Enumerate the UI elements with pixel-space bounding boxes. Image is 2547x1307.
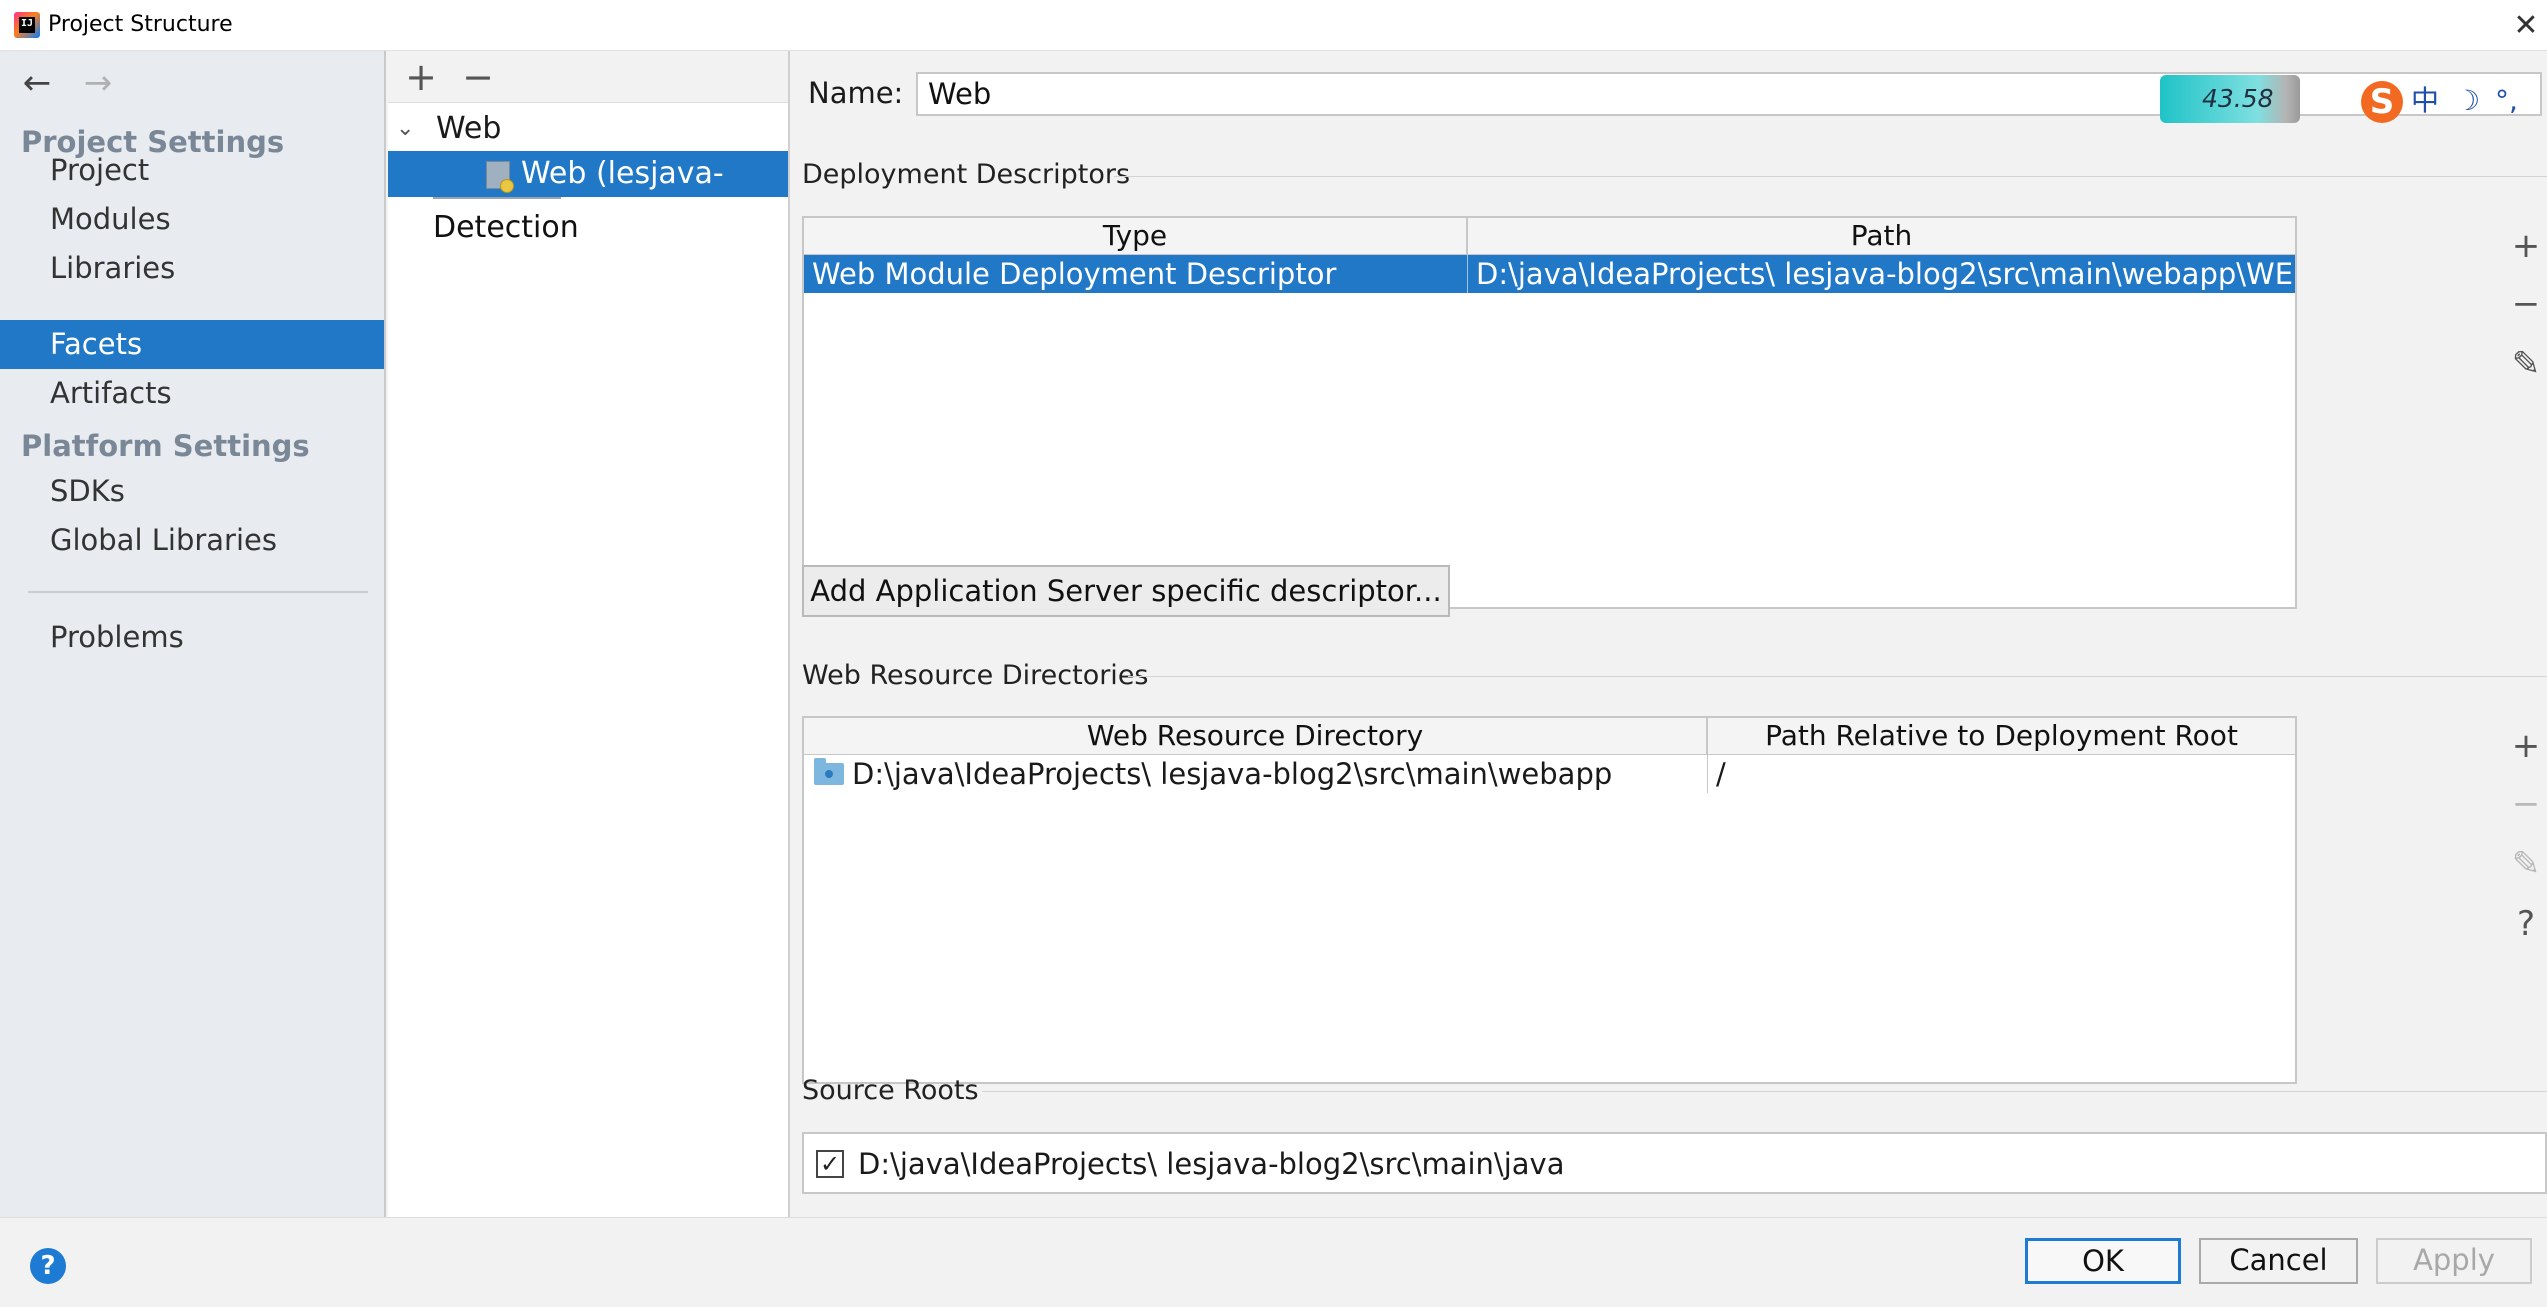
section-divider <box>1114 176 2547 177</box>
sidebar-item-artifacts[interactable]: Artifacts <box>0 369 384 418</box>
title-bar: IJ Project Structure ✕ <box>0 0 2547 51</box>
help-question-icon[interactable]: ? <box>2508 906 2544 942</box>
table-row[interactable]: Web Module Deployment Descriptor D:\java… <box>804 255 2295 293</box>
ok-button[interactable]: OK <box>2025 1238 2181 1284</box>
table-row[interactable]: D:\java\IdeaProjects\ lesjava-blog2\src\… <box>804 755 2295 793</box>
sidebar-item-sdks[interactable]: SDKs <box>0 467 384 516</box>
tree-toolbar: + − <box>388 51 788 103</box>
sidebar-item-libraries[interactable]: Libraries <box>0 244 384 293</box>
web-folder-icon <box>814 758 844 785</box>
sogou-logo-icon[interactable]: S <box>2361 81 2403 123</box>
source-root-path: D:\java\IdeaProjects\ lesjava-blog2\src\… <box>858 1147 1565 1181</box>
section-divider <box>982 1091 2547 1092</box>
web-facet-icon <box>486 161 514 193</box>
sidebar-item-problems[interactable]: Problems <box>0 613 384 662</box>
relative-path-cell: / <box>1716 757 1726 791</box>
add-facet-icon[interactable]: + <box>400 55 442 99</box>
sidebar-item-facets[interactable]: Facets <box>0 320 384 369</box>
source-root-checkbox[interactable]: ✓ <box>816 1150 844 1178</box>
edit-resource-icon[interactable]: ✎ <box>2508 846 2544 882</box>
remove-resource-icon[interactable]: − <box>2508 786 2544 822</box>
resource-directory-path: D:\java\IdeaProjects\ lesjava-blog2\src\… <box>852 757 1613 791</box>
apply-button[interactable]: Apply <box>2376 1238 2532 1284</box>
deployment-descriptors-title: Deployment Descriptors <box>802 159 1131 190</box>
column-header-type[interactable]: Type <box>804 218 1468 254</box>
source-roots-title: Source Roots <box>802 1075 979 1106</box>
ime-speed-badge: 43.58 <box>2160 75 2300 123</box>
deployment-descriptors-table: Type Path Web Module Deployment Descript… <box>802 216 2297 609</box>
intellij-app-icon: IJ <box>14 12 40 38</box>
help-question-icon[interactable]: ? <box>30 1248 66 1284</box>
tree-node-web-label: Web <box>436 111 502 146</box>
sidebar-item-modules[interactable]: Modules <box>0 195 384 244</box>
window-title: Project Structure <box>48 12 233 37</box>
add-descriptor-icon[interactable]: + <box>2508 228 2544 264</box>
forward-arrow-icon[interactable]: → <box>78 63 118 103</box>
platform-settings-heading: Platform Settings <box>21 429 310 463</box>
sidebar: ← → Project Settings Project Modules Lib… <box>0 51 386 1217</box>
tree-node-web-facet[interactable]: Web (lesjava-blog) <box>388 151 788 237</box>
remove-facet-icon[interactable]: − <box>457 55 499 99</box>
add-server-descriptor-button[interactable]: Add Application Server specific descript… <box>802 565 1450 617</box>
cancel-button[interactable]: Cancel <box>2199 1238 2358 1284</box>
column-header-path[interactable]: Path <box>1468 218 2295 254</box>
column-header-relative-path[interactable]: Path Relative to Deployment Root <box>1708 718 2295 754</box>
sidebar-divider <box>28 591 368 593</box>
moon-icon[interactable]: ☽ <box>2455 85 2480 117</box>
ime-mode-chinese[interactable]: 中 <box>2411 85 2439 117</box>
sidebar-item-global-libraries[interactable]: Global Libraries <box>0 516 384 565</box>
descriptor-type-cell: Web Module Deployment Descriptor <box>804 255 1468 293</box>
add-resource-icon[interactable]: + <box>2508 728 2544 764</box>
remove-descriptor-icon[interactable]: − <box>2508 286 2544 322</box>
web-resource-directories-table: Web Resource Directory Path Relative to … <box>802 716 2297 1084</box>
source-roots-list: ✓ D:\java\IdeaProjects\ lesjava-blog2\sr… <box>802 1132 2547 1194</box>
descriptor-path-cell: D:\java\IdeaProjects\ lesjava-blog2\src\… <box>1476 257 2295 291</box>
column-header-web-resource-directory[interactable]: Web Resource Directory <box>804 718 1708 754</box>
ime-toolbar[interactable]: S 中 ☽ °, <box>2355 77 2545 125</box>
close-window-button[interactable]: ✕ <box>2508 6 2544 46</box>
table-header: Type Path <box>804 218 2295 255</box>
facet-settings-panel: Name: Web Deployment Descriptors Type Pa… <box>792 51 2547 1217</box>
ime-punctuation[interactable]: °, <box>2495 85 2518 117</box>
section-divider <box>1128 676 2547 677</box>
back-arrow-icon[interactable]: ← <box>17 63 57 103</box>
sidebar-item-project[interactable]: Project <box>0 146 384 195</box>
resource-directory-cell: D:\java\IdeaProjects\ lesjava-blog2\src\… <box>804 755 1708 793</box>
edit-descriptor-icon[interactable]: ✎ <box>2508 346 2544 382</box>
name-label: Name: <box>808 76 904 110</box>
tree-divider <box>433 197 561 199</box>
facet-tree-panel: + − ⌄ Web Web (lesjava-blog) Detection <box>388 51 790 1217</box>
tree-node-detection[interactable]: Detection <box>433 206 579 250</box>
chevron-down-icon[interactable]: ⌄ <box>396 107 414 151</box>
table-header: Web Resource Directory Path Relative to … <box>804 718 2295 755</box>
web-resource-directories-title: Web Resource Directories <box>802 660 1149 691</box>
tree-node-web[interactable]: ⌄ Web <box>388 107 788 151</box>
